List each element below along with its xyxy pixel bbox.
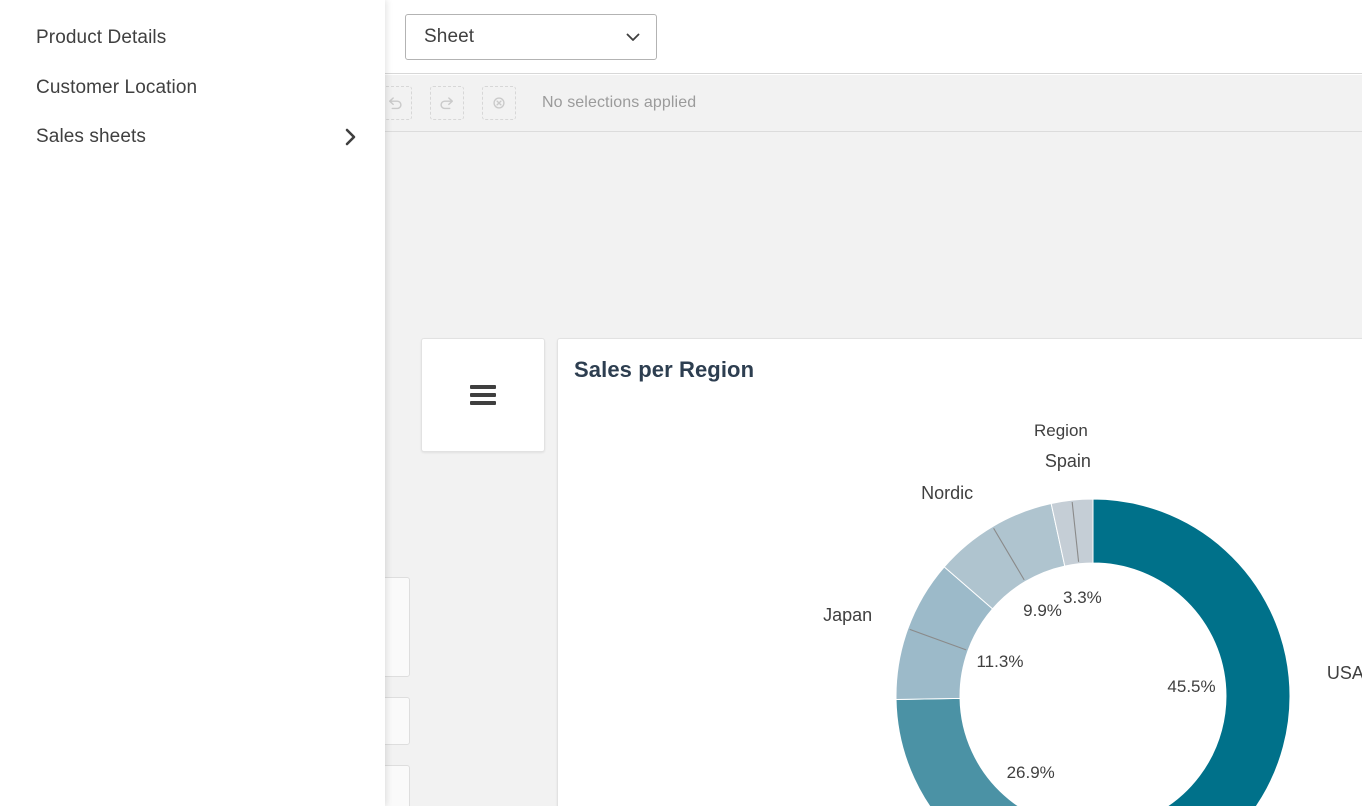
slice-value-label: 11.3% <box>976 652 1023 672</box>
chevron-right-icon <box>341 126 359 148</box>
selection-status-text: No selections applied <box>542 94 696 112</box>
slice-category-label: Nordic <box>921 483 973 504</box>
menu-item-sales-sheets[interactable]: Sales sheets <box>0 112 385 162</box>
slice-value-label: 9.9% <box>1023 601 1062 621</box>
hamburger-menu-icon <box>470 385 496 405</box>
menu-item-customer-location[interactable]: Customer Location <box>0 63 385 113</box>
menu-item-label: Sales sheets <box>36 126 341 148</box>
menu-item-product-details[interactable]: Product Details <box>0 13 385 63</box>
slice-category-label: Spain <box>1045 451 1091 472</box>
donut-chart[interactable]: Region USA45.5%UK26.9%Japan11.3%Nordic9.… <box>558 391 1362 806</box>
chevron-down-icon <box>624 28 642 46</box>
canvas-hamburger-card[interactable] <box>421 338 545 452</box>
chart-title: Sales per Region <box>574 357 754 383</box>
slice-value-label: 26.9% <box>1007 763 1055 783</box>
app-root: Sheet <box>0 0 1362 806</box>
donut-label-layer: USA45.5%UK26.9%Japan11.3%Nordic9.9%Spain… <box>558 391 1362 806</box>
sheet-select-label: Sheet <box>424 26 624 48</box>
redo-icon[interactable] <box>430 86 464 120</box>
menu-item-label: Customer Location <box>36 77 359 99</box>
sheet-navigation-menu: Product Details Customer Location Sales … <box>0 0 385 806</box>
slice-value-label: 45.5% <box>1167 677 1215 697</box>
slice-value-label: 3.3% <box>1063 588 1102 608</box>
slice-category-label: USA <box>1327 663 1362 684</box>
slice-category-label: Japan <box>823 605 872 626</box>
sheet-select-dropdown[interactable]: Sheet <box>405 14 657 60</box>
menu-item-label: Product Details <box>36 27 359 49</box>
sales-per-region-chart-card[interactable]: Sales per Region Region USA45.5%UK26.9%J… <box>557 338 1362 806</box>
clear-selections-icon[interactable] <box>482 86 516 120</box>
